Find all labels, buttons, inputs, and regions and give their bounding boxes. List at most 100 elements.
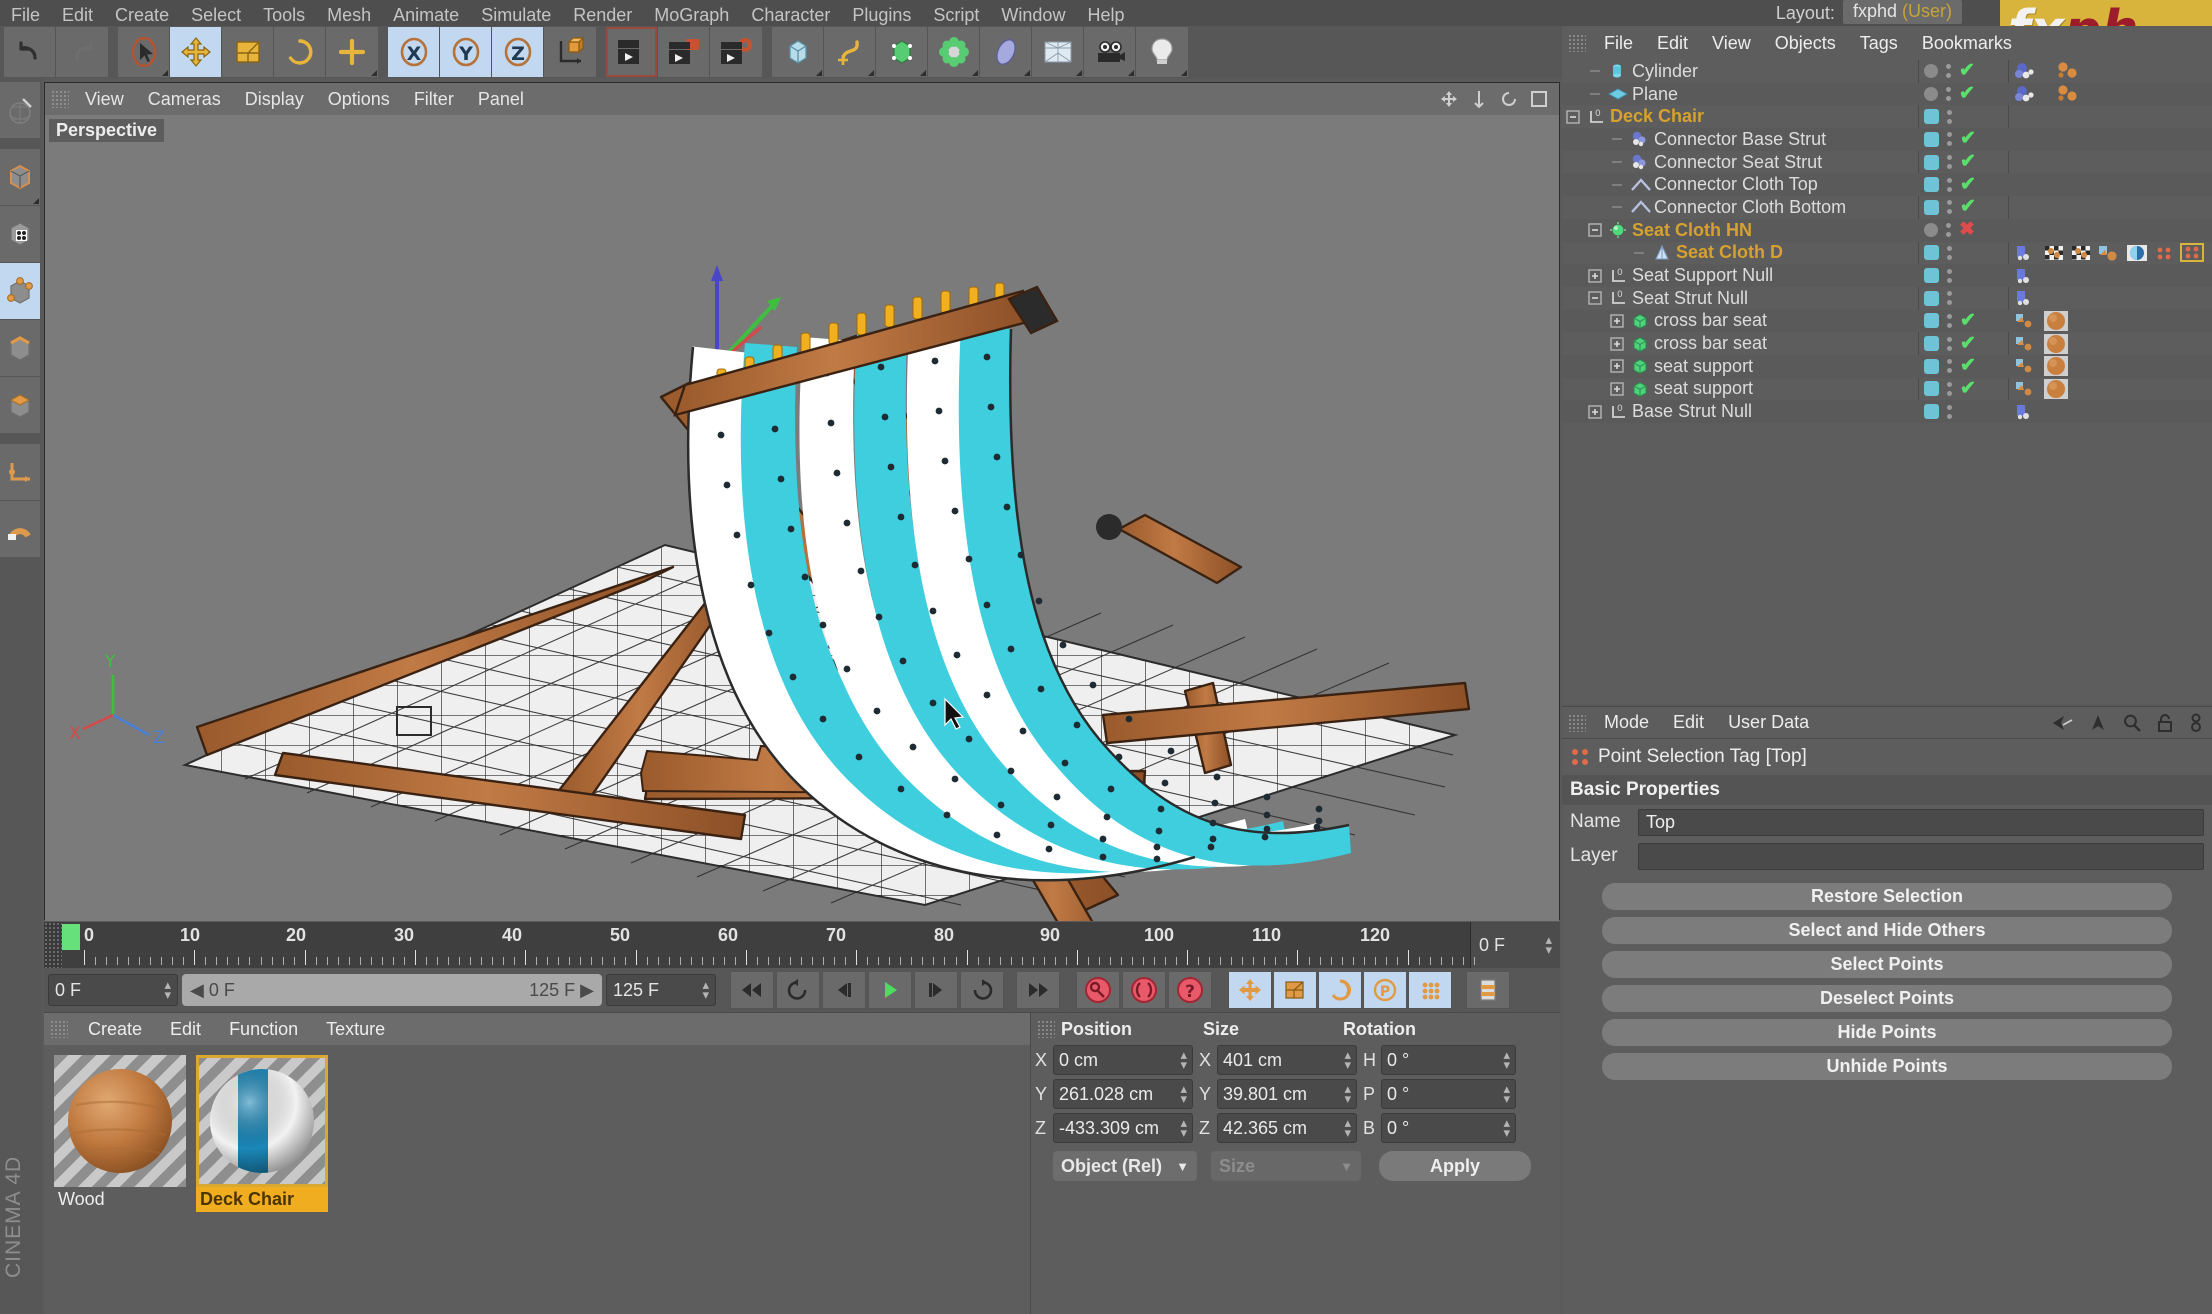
layer-color-swatch[interactable] <box>1924 290 1939 306</box>
layer-color-swatch[interactable] <box>1924 404 1939 420</box>
spinner-icon[interactable]: ▴ ▾ <box>1180 1048 1187 1071</box>
material-thumbnail[interactable] <box>54 1055 186 1187</box>
add-camera-button[interactable] <box>1084 27 1136 77</box>
rotate-tool[interactable] <box>274 27 326 77</box>
disabled-x-icon[interactable]: ✖ <box>1959 220 1975 239</box>
live-selection-tool[interactable] <box>118 27 170 77</box>
panel-grip-icon[interactable] <box>51 90 69 108</box>
expand-expander-icon[interactable] <box>1610 359 1624 373</box>
preview-range-slider[interactable]: ◀ 0 F 125 F ▶ <box>182 974 602 1006</box>
expand-expander-icon[interactable] <box>1610 336 1624 351</box>
add-light-button[interactable] <box>1136 27 1188 77</box>
layer-color-swatch[interactable] <box>1924 336 1939 352</box>
layer-color-swatch[interactable] <box>1924 131 1939 147</box>
visibility-toggle-dots-icon[interactable] <box>1947 109 1952 124</box>
object-row[interactable]: seat support ✔ <box>1562 354 2212 378</box>
panel-grip-icon[interactable] <box>1037 1020 1055 1038</box>
collapse-expander-icon[interactable] <box>1588 291 1602 305</box>
om-menu-view[interactable]: View <box>1700 33 1763 54</box>
object-row[interactable]: 0 Base Strut Null <box>1562 400 2212 423</box>
object-row[interactable]: Connector Cloth Bottom ✔ <box>1562 196 2212 219</box>
om-menu-edit[interactable]: Edit <box>1645 33 1700 54</box>
om-menu-tags[interactable]: Tags <box>1848 33 1910 54</box>
parameter-key-toggle[interactable]: P <box>1363 971 1407 1009</box>
tag-blue-tag[interactable] <box>2014 289 2038 307</box>
enabled-check-icon[interactable]: ✔ <box>1960 379 1976 398</box>
menu-render[interactable]: Render <box>562 4 643 26</box>
tag-blue-tag[interactable] <box>2014 403 2038 421</box>
expand-expander-icon[interactable] <box>1610 314 1624 328</box>
make-editable-button[interactable] <box>0 82 40 138</box>
keyframe-selection-button[interactable]: ? <box>1168 971 1212 1009</box>
tag-orange-cluster[interactable] <box>2055 85 2089 103</box>
tag-blue-cluster[interactable] <box>2014 85 2050 103</box>
rotation-h-input[interactable]: 0 ° ▴ ▾ <box>1381 1045 1516 1075</box>
current-frame-input[interactable]: 0 F ▴ ▾ <box>48 974 178 1006</box>
viewport-menu-options[interactable]: Options <box>316 89 402 110</box>
name-field-input[interactable]: Top <box>1638 808 2204 836</box>
viewport-3d-scene[interactable]: Y Z X Perspective <box>45 115 1559 921</box>
enabled-check-icon[interactable]: ✔ <box>1960 356 1976 375</box>
add-tool[interactable] <box>326 27 378 77</box>
move-tool[interactable] <box>170 27 222 77</box>
tag-mat-small[interactable] <box>2014 335 2038 353</box>
loop-forward-button[interactable] <box>960 971 1004 1009</box>
object-row[interactable]: Connector Base Strut ✔ <box>1562 128 2212 151</box>
menu-window[interactable]: Window <box>990 4 1076 26</box>
visibility-toggle-dots-icon[interactable] <box>1946 223 1951 238</box>
tag-phong-tag[interactable] <box>2126 244 2148 262</box>
timeline-layout-button[interactable] <box>1466 971 1510 1009</box>
om-menu-objects[interactable]: Objects <box>1763 33 1848 54</box>
material-menu-create[interactable]: Create <box>74 1019 156 1040</box>
deselect-points-button[interactable]: Deselect Points <box>1602 985 2172 1012</box>
lock-icon[interactable] <box>2156 713 2174 733</box>
tag-wood-sphere[interactable] <box>2043 355 2069 377</box>
spinner-icon[interactable]: ▴ ▾ <box>1344 1048 1351 1071</box>
attr-menu-edit[interactable]: Edit <box>1661 712 1716 733</box>
layer-color-swatch[interactable] <box>1924 381 1939 397</box>
visibility-toggle-dots-icon[interactable] <box>1947 336 1952 351</box>
render-settings-button[interactable] <box>710 27 762 77</box>
object-row[interactable]: Seat Cloth D <box>1562 242 2212 265</box>
spinner-icon[interactable]: ▴ ▾ <box>1503 1048 1510 1071</box>
apply-button[interactable]: Apply <box>1379 1151 1531 1181</box>
visibility-toggle-dots-icon[interactable] <box>1947 291 1952 306</box>
layer-color-swatch[interactable] <box>1924 154 1939 170</box>
viewport-menu-display[interactable]: Display <box>233 89 316 110</box>
coordinate-mode-dropdown[interactable]: Object (Rel) ▼ <box>1053 1151 1197 1181</box>
object-row[interactable]: Cylinder ✔ <box>1562 60 2212 83</box>
maximize-viewport-icon[interactable] <box>1529 89 1549 109</box>
visibility-toggle-dots-icon[interactable] <box>1947 155 1952 170</box>
material-item-wood[interactable]: Wood <box>54 1055 186 1212</box>
om-menu-bookmarks[interactable]: Bookmarks <box>1910 33 2024 54</box>
viewport-menu-filter[interactable]: Filter <box>402 89 466 110</box>
material-menu-function[interactable]: Function <box>215 1019 312 1040</box>
pan-viewport-icon[interactable] <box>1439 89 1459 109</box>
spinner-icon[interactable]: ▴ ▾ <box>1545 933 1552 956</box>
render-view-button[interactable] <box>606 27 658 77</box>
visibility-toggle-dots-icon[interactable] <box>1947 268 1952 283</box>
visibility-dot-icon[interactable] <box>1924 64 1938 79</box>
menu-file[interactable]: File <box>0 4 51 26</box>
menu-edit[interactable]: Edit <box>51 4 104 26</box>
tag-wood-sphere[interactable] <box>2043 378 2069 400</box>
tag-mat-small[interactable] <box>2014 380 2038 398</box>
position-key-toggle[interactable] <box>1228 971 1272 1009</box>
attr-menu-user-data[interactable]: User Data <box>1716 712 1821 733</box>
enabled-check-icon[interactable]: ✔ <box>1959 84 1975 103</box>
object-row[interactable]: Connector Seat Strut ✔ <box>1562 151 2212 174</box>
tag-selection-tag[interactable] <box>2153 244 2175 262</box>
collapse-expander-icon[interactable] <box>1588 223 1602 237</box>
viewport-menu-cameras[interactable]: Cameras <box>136 89 233 110</box>
go-to-start-button[interactable] <box>730 971 774 1009</box>
layer-color-swatch[interactable] <box>1924 358 1939 374</box>
object-row[interactable]: 0 Deck Chair <box>1562 105 2212 128</box>
spinner-icon[interactable]: ▴ ▾ <box>1344 1116 1351 1139</box>
rotation-p-input[interactable]: 0 ° ▴ ▾ <box>1381 1079 1516 1109</box>
play-button[interactable] <box>868 971 912 1009</box>
tag-wood-sphere[interactable] <box>2043 310 2069 332</box>
model-mode-button[interactable] <box>0 149 40 205</box>
rotation-key-toggle[interactable] <box>1318 971 1362 1009</box>
size-y-input[interactable]: 39.801 cm ▴ ▾ <box>1217 1079 1357 1109</box>
menu-help[interactable]: Help <box>1076 4 1135 26</box>
